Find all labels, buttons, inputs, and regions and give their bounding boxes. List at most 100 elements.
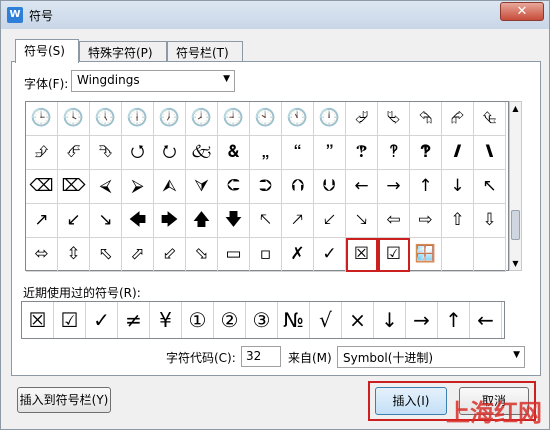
symbol-cell[interactable]: ↖ — [474, 170, 506, 204]
symbol-cell[interactable]: → — [378, 170, 410, 204]
symbol-cell[interactable]: 🙹 — [346, 136, 378, 170]
symbol-cell[interactable]: 🙶 — [282, 136, 314, 170]
symbol-cell[interactable]: ⮱ — [378, 102, 410, 136]
symbol-cell[interactable]: ⬃ — [154, 238, 186, 272]
recent-symbol-cell[interactable]: ☑ — [54, 302, 86, 338]
symbol-cell[interactable]: 🕖 — [154, 102, 186, 136]
symbol-cell[interactable]: ↗ — [26, 204, 58, 238]
symbol-cell[interactable]: ↓ — [442, 170, 474, 204]
scroll-up-icon[interactable]: ▲ — [511, 104, 520, 113]
symbol-cell[interactable]: ⮉ — [282, 170, 314, 204]
symbol-cell[interactable]: ⮘ — [90, 170, 122, 204]
symbol-cell[interactable]: 🕗 — [186, 102, 218, 136]
symbol-cell[interactable]: ⮋ — [314, 170, 346, 204]
recent-symbol-cell[interactable]: ↓ — [374, 302, 406, 338]
recent-symbol-cell[interactable]: ② — [214, 302, 246, 338]
symbol-cell[interactable]: ☒ — [346, 238, 378, 272]
symbol-cell[interactable]: ⮈ — [218, 170, 250, 204]
symbol-cell[interactable]: 🙷 — [314, 136, 346, 170]
symbol-cell[interactable]: 🕚 — [282, 102, 314, 136]
symbol-cell[interactable]: ← — [346, 170, 378, 204]
symbol-cell[interactable]: ⮙ — [154, 170, 186, 204]
symbol-cell[interactable]: 🡔 — [250, 204, 282, 238]
font-select[interactable]: Wingdings ▼ — [71, 70, 235, 92]
symbol-cell[interactable]: ⇦ — [378, 204, 410, 238]
symbol-cell[interactable]: 🙺 — [378, 136, 410, 170]
symbol-cell[interactable]: ↘ — [90, 204, 122, 238]
recent-symbol-cell[interactable]: ③ — [246, 302, 278, 338]
symbol-cell[interactable]: ⮛ — [186, 170, 218, 204]
scroll-thumb[interactable] — [511, 210, 520, 240]
symbol-cell[interactable]: 🙵 — [186, 136, 218, 170]
char-code-input[interactable]: 32 — [241, 346, 281, 367]
symbol-cell[interactable]: ⮶ — [58, 136, 90, 170]
symbol-cell[interactable]: ▫ — [250, 238, 282, 272]
symbol-cell[interactable]: 🙸 — [250, 136, 282, 170]
symbol-cell[interactable]: ⬀ — [122, 238, 154, 272]
symbol-cell[interactable]: 🡗 — [314, 204, 346, 238]
symbol-cell[interactable]: 🙻 — [410, 136, 442, 170]
recent-symbol-cell[interactable]: ↑ — [438, 302, 470, 338]
symbol-cell[interactable]: 🕒 — [26, 102, 58, 136]
symbol-cell[interactable]: 🕓 — [58, 102, 90, 136]
symbol-cell[interactable]: ⮰ — [346, 102, 378, 136]
symbol-cell[interactable]: ⬁ — [90, 238, 122, 272]
insert-button[interactable]: 插入(I) — [375, 387, 447, 415]
symbol-cell[interactable]: 🕘 — [218, 102, 250, 136]
symbol-cell[interactable]: ⮳ — [442, 102, 474, 136]
symbol-cell[interactable]: ⇧ — [442, 204, 474, 238]
recent-symbol-cell[interactable]: ≠ — [118, 302, 150, 338]
symbol-cell[interactable]: ⭯ — [122, 136, 154, 170]
symbol-cell[interactable]: 🕛 — [314, 102, 346, 136]
symbol-cell[interactable]: ⮵ — [26, 136, 58, 170]
symbol-cell[interactable]: 🕙 — [250, 102, 282, 136]
symbol-cell[interactable]: ⭮ — [154, 136, 186, 170]
symbol-cell[interactable]: ⌫ — [26, 170, 58, 204]
symbol-cell[interactable]: ⬂ — [186, 238, 218, 272]
symbol-cell[interactable]: ⇩ — [474, 204, 506, 238]
insert-to-symbol-bar-button[interactable]: 插入到符号栏(Y) — [17, 387, 111, 413]
symbol-cell[interactable]: ⮲ — [410, 102, 442, 136]
symbol-cell[interactable]: ⮊ — [250, 170, 282, 204]
symbol-cell[interactable]: ⮚ — [122, 170, 154, 204]
symbol-cell[interactable]: 🙼 — [442, 136, 474, 170]
symbol-cell[interactable]: ⇳ — [58, 238, 90, 272]
symbol-cell[interactable]: 🪟 — [410, 238, 442, 272]
close-button[interactable]: ✕ — [500, 2, 544, 21]
symbol-cell[interactable]: ⮷ — [90, 136, 122, 170]
recent-symbol-cell[interactable]: → — [406, 302, 438, 338]
recent-symbol-cell[interactable]: ① — [182, 302, 214, 338]
recent-symbol-cell[interactable]: ← — [470, 302, 502, 338]
recent-symbol-cell[interactable]: √ — [310, 302, 342, 338]
tab-symbols[interactable]: 符号(S) — [15, 39, 79, 63]
symbol-cell[interactable]: 🕔 — [90, 102, 122, 136]
recent-symbol-cell[interactable]: × — [342, 302, 374, 338]
symbol-cell[interactable]: 🡄 — [122, 204, 154, 238]
from-select[interactable]: Symbol(十进制) ▼ — [337, 346, 525, 368]
symbol-cell[interactable]: ↑ — [410, 170, 442, 204]
scroll-down-icon[interactable]: ▼ — [511, 259, 520, 268]
recent-symbol-cell[interactable]: № — [278, 302, 310, 338]
symbol-cell[interactable]: ☑ — [378, 238, 410, 272]
symbol-cell[interactable]: 🡅 — [186, 204, 218, 238]
symbol-cell[interactable]: ✗ — [282, 238, 314, 272]
symbol-cell[interactable]: ✓ — [314, 238, 346, 272]
symbol-cell[interactable]: 🡖 — [346, 204, 378, 238]
symbol-grid-scrollbar[interactable]: ▲ ▼ — [509, 101, 522, 271]
tab-special-chars[interactable]: 特殊字符(P) — [79, 41, 167, 62]
symbol-cell[interactable]: 🕕 — [122, 102, 154, 136]
symbol-cell[interactable]: ⇨ — [410, 204, 442, 238]
symbol-cell[interactable]: 🡇 — [218, 204, 250, 238]
symbol-cell[interactable]: 🡆 — [154, 204, 186, 238]
recent-symbol-cell[interactable]: ☒ — [22, 302, 54, 338]
symbol-cell[interactable]: 🡕 — [282, 204, 314, 238]
symbol-cell[interactable]: ⌦ — [58, 170, 90, 204]
symbol-cell[interactable]: ▭ — [218, 238, 250, 272]
recent-symbol-cell[interactable]: ¥ — [150, 302, 182, 338]
symbol-cell[interactable]: ⮴ — [474, 102, 506, 136]
symbol-cell[interactable]: ↙ — [58, 204, 90, 238]
recent-symbol-cell[interactable]: ✓ — [86, 302, 118, 338]
symbol-cell[interactable]: ⬄ — [26, 238, 58, 272]
symbol-cell[interactable]: 🙽 — [474, 136, 506, 170]
symbol-cell[interactable]: 🙴 — [218, 136, 250, 170]
